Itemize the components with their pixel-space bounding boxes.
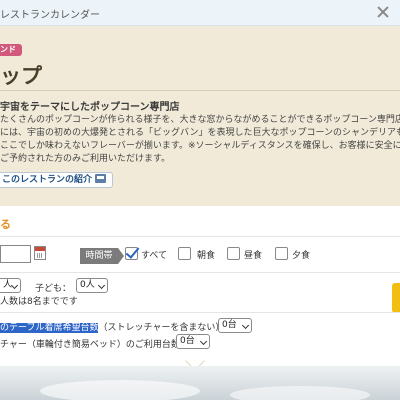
search-button[interactable]: [392, 283, 400, 313]
restaurant-info: ンド ップ 宇宙をテーマにしたポップコーン専門店 たくさんのポップコーンが作られ…: [0, 26, 400, 206]
table-count-label-rest: （ストレッチャーを含まない）：: [98, 323, 229, 333]
description-line: には、宇宙の初めの大爆発とされる「ビッグバン」を表現した巨大なポップコーンのシャ…: [0, 128, 400, 138]
stretcher-select[interactable]: 0台: [176, 334, 210, 349]
restaurant-intro-link[interactable]: このレストランの紹介: [0, 172, 114, 188]
checkbox-breakfast[interactable]: [178, 247, 191, 260]
time-slot-label: 時間帯: [80, 248, 124, 264]
search-panel: る 時間帯 すべて 朝食 昼食 夕食 人 子ども： 0人 人数は8名までです の…: [0, 206, 400, 371]
background-image: [0, 366, 400, 400]
chevron-down-icon: [10, 281, 19, 290]
children-label: 子ども：: [35, 284, 72, 294]
intro-link-label: このレストランの紹介: [2, 175, 93, 185]
category-badge: ンド: [0, 44, 22, 56]
divider: [0, 272, 400, 273]
divider: [0, 312, 400, 313]
calendar-icon[interactable]: [34, 246, 46, 260]
description-line: ご予約された方のみご利用いただけます。: [0, 154, 171, 164]
table-count-label: のテーブル着席希望台数（ストレッチャーを含まない）：: [0, 320, 229, 333]
time-option-label: 夕食: [292, 251, 311, 261]
table-count-select[interactable]: 0台: [218, 318, 252, 333]
checkbox-all[interactable]: [125, 247, 138, 260]
window-title: レストランカレンダー: [0, 10, 100, 21]
date-input[interactable]: [0, 245, 31, 263]
party-size-note: 人数は8名までです: [0, 297, 78, 307]
children-value: 0人: [80, 280, 95, 290]
top-bar: レストランカレンダー: [0, 0, 400, 26]
adults-select[interactable]: 人: [0, 278, 21, 293]
chevron-down-icon: [97, 281, 106, 290]
checkbox-dinner[interactable]: [275, 247, 288, 260]
time-option-label: すべて: [141, 251, 168, 261]
time-option-label: 朝食: [197, 251, 216, 261]
restaurant-name: ップ: [0, 64, 42, 88]
divider: [0, 90, 400, 91]
checkbox-lunch[interactable]: [227, 247, 240, 260]
table-count-value: 0台: [222, 320, 237, 330]
chevron-down-icon: [199, 337, 208, 346]
close-icon[interactable]: [376, 5, 390, 19]
window-icon: [95, 174, 107, 183]
table-count-label-selected: のテーブル着席希望台数: [0, 323, 99, 333]
time-option-label: 昼食: [244, 251, 263, 261]
panel-heading: る: [0, 218, 11, 231]
divider: [0, 236, 400, 237]
description-line: ここでしか味わえないフレーバーが揃います。※ソーシャルディスタンスを確保し、お客…: [0, 141, 400, 151]
restaurant-description: たくさんのポップコーンが作られる様子を、大きな窓からながめることができるポップコ…: [0, 114, 400, 166]
restaurant-headline: 宇宙をテーマにしたポップコーン専門店: [0, 102, 180, 113]
children-select[interactable]: 0人: [76, 278, 108, 293]
stretcher-value: 0台: [180, 336, 195, 346]
description-line: たくさんのポップコーンが作られる様子を、大きな窓からながめることができるポップコ…: [0, 115, 400, 125]
stretcher-label: チャー（車輪付き簡易ベッド）のご利用台数：: [0, 340, 189, 350]
chevron-down-icon: [241, 321, 250, 330]
